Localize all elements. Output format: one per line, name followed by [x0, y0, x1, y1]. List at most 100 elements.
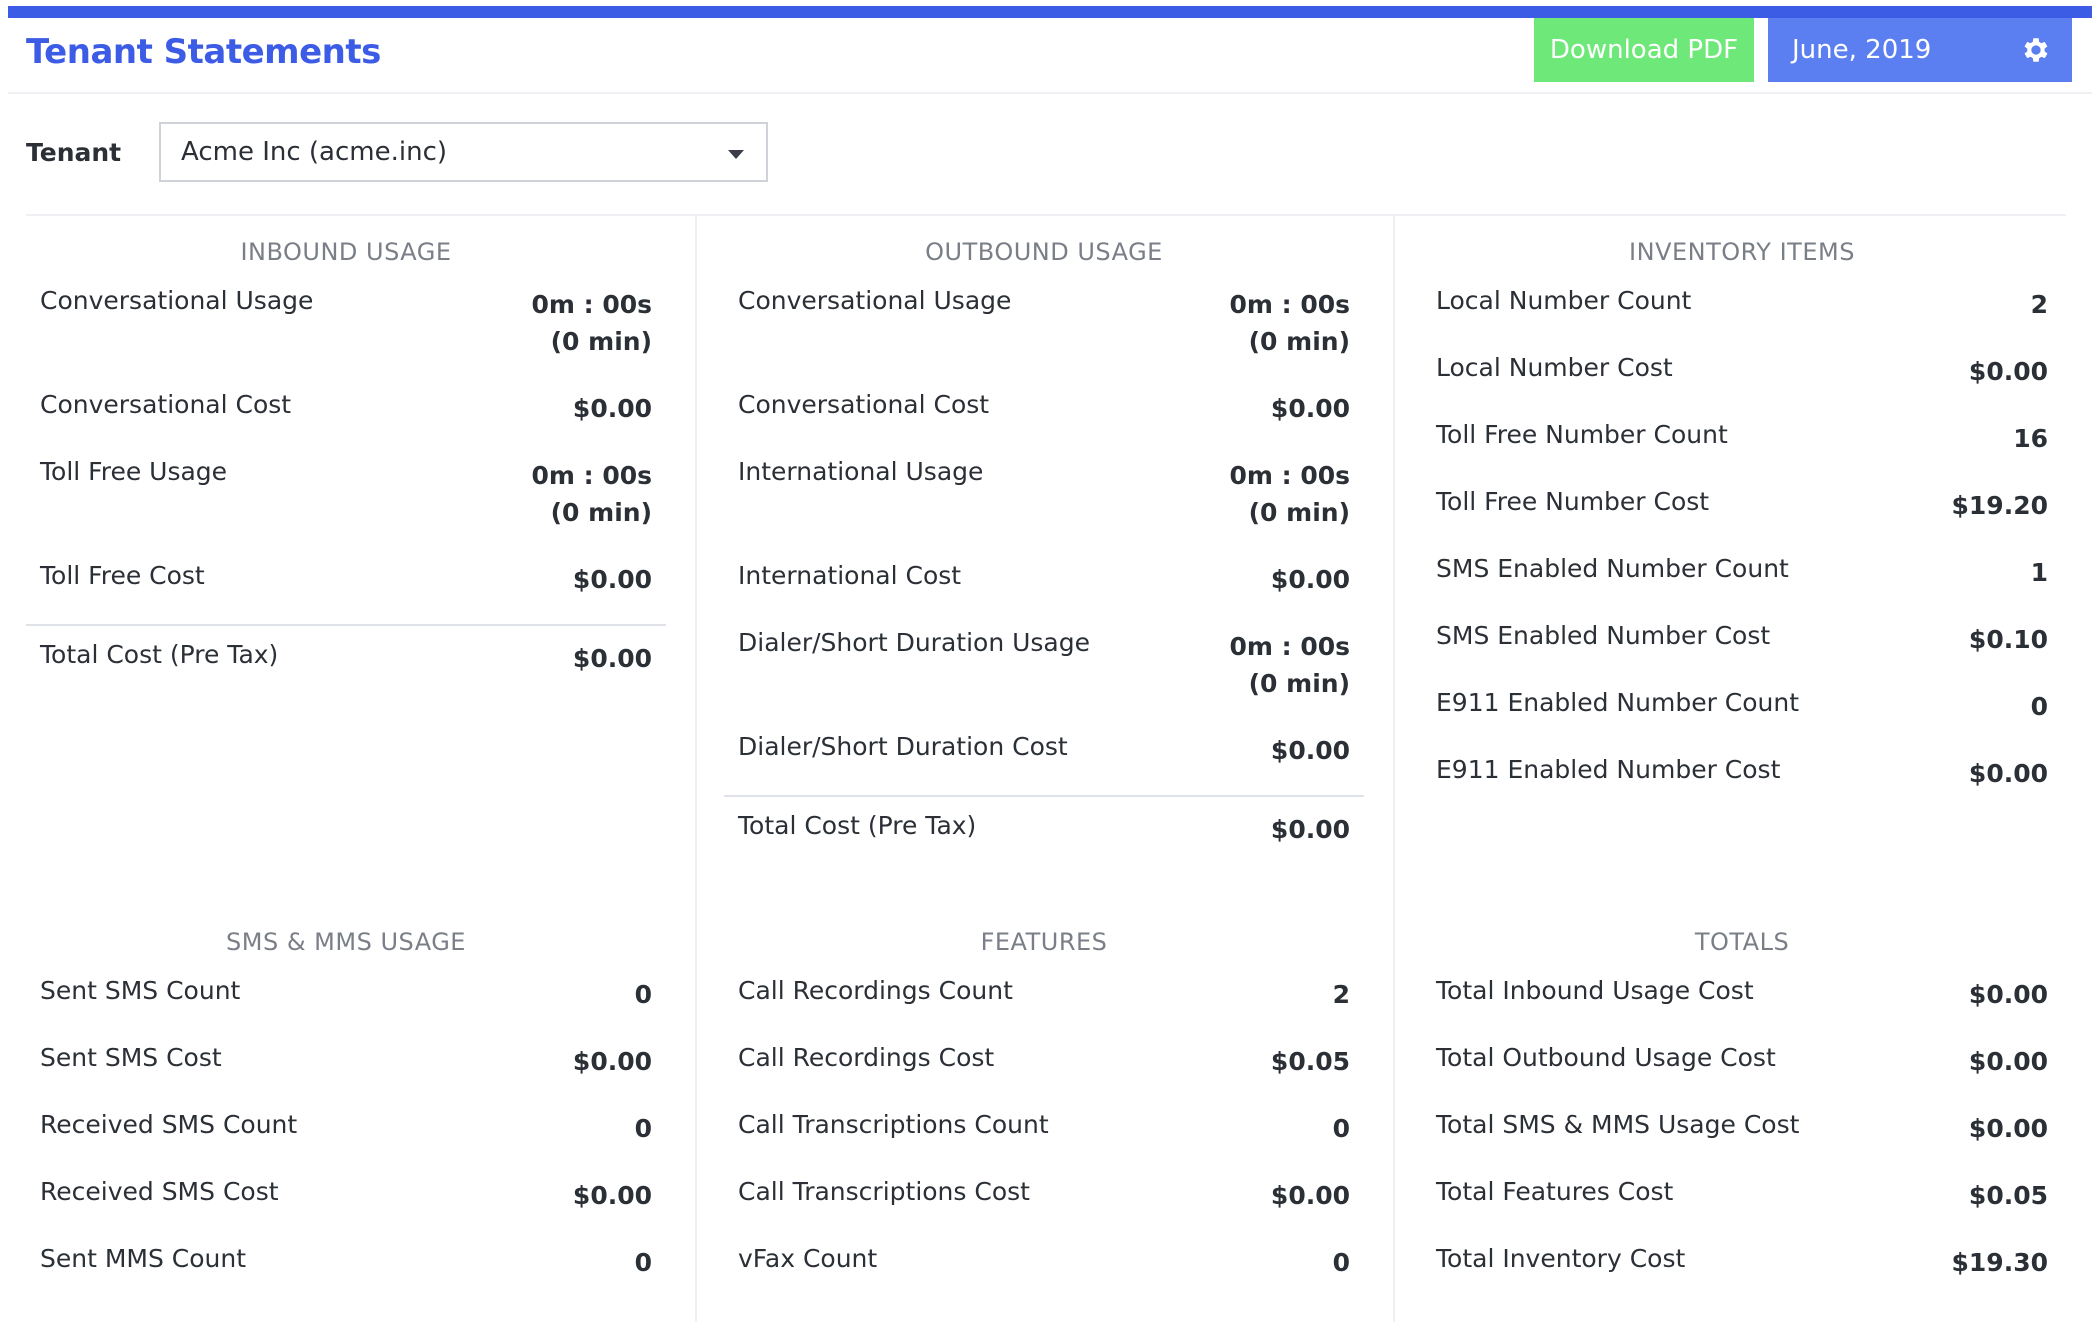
- stat-row: Toll Free Number Cost $19.20: [1422, 483, 2062, 550]
- stat-row: Conversational Cost $0.00: [724, 386, 1364, 453]
- panel-title: TOTALS: [1694, 928, 1790, 956]
- stat-value: 2: [1332, 980, 1350, 1009]
- stat-value: 0m : 00s (0 min): [531, 290, 652, 356]
- stat-row: Toll Free Number Count 16: [1422, 416, 2062, 483]
- stat-row: Total Outbound Usage Cost $0.00: [1422, 1039, 2062, 1106]
- sms-mms-usage-panel: SMS & MMS USAGE Sent SMS Count 0 Sent SM…: [26, 912, 666, 1307]
- stat-value: 16: [2013, 424, 2048, 453]
- stat-row: Call Recordings Count 2: [724, 972, 1364, 1039]
- stat-row: Conversational Cost $0.00: [26, 386, 666, 453]
- features-panel: FEATURES Call Recordings Count 2 Call Re…: [724, 912, 1364, 1307]
- stat-label: Total Inbound Usage Cost: [1436, 976, 1754, 1005]
- stat-label: Call Transcriptions Count: [738, 1110, 1049, 1139]
- stat-value: $0.00: [572, 1181, 652, 1210]
- stat-label: Total Outbound Usage Cost: [1436, 1043, 1776, 1072]
- stat-label: Sent SMS Cost: [40, 1043, 222, 1072]
- stat-value: $0.05: [1270, 1047, 1350, 1076]
- stat-value: 0: [1332, 1114, 1350, 1143]
- stat-row: SMS Enabled Number Cost $0.10: [1422, 617, 2062, 684]
- total-row: Total Cost (Pre Tax) $0.00: [724, 807, 1364, 871]
- stat-label: vFax Count: [738, 1244, 878, 1273]
- stat-label: Dialer/Short Duration Usage: [738, 628, 1091, 657]
- page-title: Tenant Statements: [26, 32, 381, 72]
- panel-title: INBOUND USAGE: [240, 238, 452, 266]
- stat-label: International Cost: [738, 561, 962, 590]
- stat-label: Total Features Cost: [1436, 1177, 1674, 1206]
- stat-value: 0: [1332, 1248, 1350, 1277]
- stat-label: Sent MMS Count: [40, 1244, 247, 1273]
- stat-label: International Usage: [738, 457, 984, 486]
- stat-label: Conversational Cost: [40, 390, 292, 419]
- stat-row: E911 Enabled Number Cost $0.00: [1422, 751, 2062, 818]
- stat-value: $0.00: [1968, 1047, 2048, 1076]
- stat-label: SMS Enabled Number Count: [1436, 554, 1789, 583]
- stat-row: Dialer/Short Duration Usage 0m : 00s (0 m…: [724, 624, 1364, 728]
- stat-value: 0m : 00s (0 min): [1229, 632, 1350, 698]
- stat-value: $0.00: [1968, 759, 2048, 788]
- panel-title: SMS & MMS USAGE: [226, 928, 466, 956]
- stat-label: Received SMS Count: [40, 1110, 298, 1139]
- stat-row: Total SMS & MMS Usage Cost $0.00: [1422, 1106, 2062, 1173]
- download-pdf-button[interactable]: Download PDF: [1534, 18, 1754, 82]
- stat-label: Local Number Cost: [1436, 353, 1673, 382]
- stat-label: Local Number Count: [1436, 286, 1692, 315]
- tenant-filter-row: Tenant Acme Inc (acme.inc): [26, 122, 2066, 184]
- tenant-select[interactable]: Acme Inc (acme.inc): [159, 122, 768, 182]
- panel-title: INVENTORY ITEMS: [1629, 238, 1855, 266]
- total-row: Total Cost (Pre Tax) $0.00: [26, 636, 666, 700]
- stat-row: Conversational Usage 0m : 00s (0 min): [26, 282, 666, 386]
- stat-value: 2: [2030, 290, 2048, 319]
- stat-row: Toll Free Usage 0m : 00s (0 min): [26, 453, 666, 557]
- total-label: Total Cost (Pre Tax): [738, 811, 977, 840]
- stat-row: Total Features Cost $0.05: [1422, 1173, 2062, 1240]
- stat-value: $0.00: [1270, 736, 1350, 765]
- stat-value: 0: [634, 980, 652, 1009]
- total-label: Total Cost (Pre Tax): [40, 640, 279, 669]
- stat-label: Toll Free Usage: [40, 457, 228, 486]
- stat-value: $0.05: [1968, 1181, 2048, 1210]
- stat-row: Conversational Usage 0m : 00s (0 min): [724, 282, 1364, 386]
- stat-row: Call Recordings Cost $0.05: [724, 1039, 1364, 1106]
- stat-value: $0.00: [1968, 1114, 2048, 1143]
- stat-value: $0.10: [1968, 625, 2048, 654]
- total-divider: [724, 795, 1364, 797]
- tenant-label: Tenant: [26, 138, 122, 167]
- stat-value: 0: [634, 1114, 652, 1143]
- stat-value: 0m : 00s (0 min): [531, 461, 652, 527]
- stat-value: $0.00: [1270, 394, 1350, 423]
- chevron-down-icon: [728, 150, 744, 159]
- stat-row: Received SMS Cost $0.00: [26, 1173, 666, 1240]
- total-divider: [26, 624, 666, 626]
- stat-row: SMS Enabled Number Count 1: [1422, 550, 2062, 617]
- stat-label: Toll Free Number Cost: [1436, 487, 1710, 516]
- stat-label: Call Transcriptions Cost: [738, 1177, 1030, 1206]
- stat-label: Call Recordings Cost: [738, 1043, 995, 1072]
- stat-value: $0.00: [1968, 980, 2048, 1009]
- stat-value: $0.00: [572, 565, 652, 594]
- stat-label: Total Inventory Cost: [1436, 1244, 1686, 1273]
- stat-label: Dialer/Short Duration Cost: [738, 732, 1068, 761]
- stat-value: $19.30: [1951, 1248, 2048, 1277]
- inbound-usage-panel: INBOUND USAGE Conversational Usage 0m : …: [26, 222, 666, 700]
- page-header: Tenant Statements Download PDF June, 201…: [8, 18, 2092, 94]
- stat-value: 0m : 00s (0 min): [1229, 461, 1350, 527]
- stat-label: Toll Free Cost: [40, 561, 205, 590]
- total-value: $0.00: [1270, 815, 1350, 844]
- stat-value: 0: [2030, 692, 2048, 721]
- stat-row: Sent SMS Cost $0.00: [26, 1039, 666, 1106]
- panel-title: FEATURES: [980, 928, 1108, 956]
- stat-row: Sent MMS Count 0: [26, 1240, 666, 1307]
- period-picker[interactable]: June, 2019: [1768, 18, 2072, 82]
- column-divider: [1393, 216, 1395, 1322]
- stat-value: 1: [2030, 558, 2048, 587]
- stat-row: Received SMS Count 0: [26, 1106, 666, 1173]
- stat-row: International Cost $0.00: [724, 557, 1364, 624]
- stat-label: Conversational Usage: [738, 286, 1012, 315]
- panel-title: OUTBOUND USAGE: [925, 238, 1163, 266]
- stat-value: $0.00: [1270, 565, 1350, 594]
- stat-row: Total Inbound Usage Cost $0.00: [1422, 972, 2062, 1039]
- gear-icon[interactable]: [2020, 34, 2052, 66]
- stat-row: Local Number Count 2: [1422, 282, 2062, 349]
- stat-label: Sent SMS Count: [40, 976, 241, 1005]
- stat-label: E911 Enabled Number Count: [1436, 688, 1800, 717]
